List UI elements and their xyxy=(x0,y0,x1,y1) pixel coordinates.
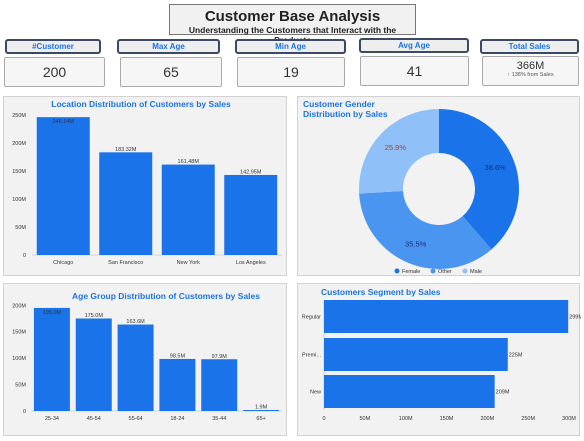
chart-title: Age Group Distribution of Customers by S… xyxy=(72,291,260,301)
bar-value-label: 97.9M xyxy=(212,354,228,360)
legend-dot xyxy=(430,268,436,274)
x-tick-label: 200M xyxy=(480,416,494,422)
kpi-min-age-card: 19 xyxy=(237,57,345,87)
up-arrow-icon: ↑ xyxy=(507,72,511,78)
x-tick-label: Chicago xyxy=(53,260,73,266)
age-bar-chart: Age Group Distribution of Customers by S… xyxy=(12,291,282,422)
kpi-max-age-card: 65 xyxy=(120,57,222,87)
bar[interactable] xyxy=(36,117,90,256)
slice-label: 35.5% xyxy=(405,239,427,248)
header-box: Customer Base Analysis Understanding the… xyxy=(169,4,416,45)
y-tick-label: 100M xyxy=(12,356,26,362)
y-tick-label: Regular xyxy=(302,315,321,321)
kpi-customer-label: #Customer xyxy=(5,39,101,54)
bar[interactable] xyxy=(117,324,154,411)
x-tick-label: 45-54 xyxy=(87,416,101,422)
y-tick-label: 200M xyxy=(12,303,26,309)
legend-label: Other xyxy=(438,269,452,275)
x-tick-label: 65+ xyxy=(256,416,265,422)
bar[interactable] xyxy=(224,174,278,255)
bar[interactable] xyxy=(324,375,495,408)
bar-value-label: 175.0M xyxy=(85,313,104,319)
kpi-max-age-value: 65 xyxy=(163,64,179,80)
kpi-min-age-value: 19 xyxy=(283,64,299,80)
kpi-total-sales-value: 366M xyxy=(516,60,545,72)
y-tick-label: 0 xyxy=(23,409,26,415)
bar[interactable] xyxy=(75,318,112,412)
bar[interactable] xyxy=(161,164,215,255)
bar[interactable] xyxy=(324,300,569,333)
x-tick-label: San Francisco xyxy=(108,260,143,266)
gender-donut-chart: Customer GenderDistribution by Sales 38.6… xyxy=(303,99,519,275)
x-tick-label: 150M xyxy=(440,416,454,422)
location-bar-chart: Location Distribution of Customers by Sa… xyxy=(12,99,282,266)
kpi-customer-value: 200 xyxy=(42,64,67,80)
age-chart-panel: Age Group Distribution of Customers by S… xyxy=(3,283,287,436)
segment-chart-panel: Customers Segment by Sales 0 50M 100M 150M 20… xyxy=(297,283,581,436)
gender-chart-panel: Customer Gender Distribution by Sales 38.6… xyxy=(297,96,580,276)
x-tick-label: 35-44 xyxy=(212,416,226,422)
bar-value-label: 98.5M xyxy=(170,353,186,359)
bar-value-label: 163.6M xyxy=(126,319,145,325)
kpi-max-age-label: Max Age xyxy=(117,39,220,54)
kpi-total-sales-card: 366M ↑ 138% from Sales xyxy=(482,56,579,86)
chart-title: Distribution by Sales xyxy=(303,109,388,119)
kpi-min-age-label: Min Age xyxy=(235,39,346,54)
legend-label: Female xyxy=(402,269,420,275)
x-tick-label: 55-64 xyxy=(129,416,143,422)
page-title: Customer Base Analysis xyxy=(204,8,381,25)
chart-title: Customers Segment by Sales xyxy=(321,287,441,297)
kpi-avg-age-value: 41 xyxy=(406,63,423,79)
bar-value-label: 225M xyxy=(509,353,523,359)
legend-dot xyxy=(394,268,400,274)
kpi-avg-age-label: Avg Age xyxy=(359,38,469,53)
bar-value-label: 246.14M xyxy=(53,119,75,125)
bar-value-label: 161.48M xyxy=(178,159,200,165)
x-tick-label: 300M xyxy=(562,416,576,422)
y-tick-label: Premi... xyxy=(302,353,321,359)
bar-value-label: 209M xyxy=(496,390,510,396)
x-tick-label: 25-34 xyxy=(45,416,59,422)
x-tick-label: 250M xyxy=(521,416,535,422)
kpi-customer-card: 200 xyxy=(4,57,105,87)
y-tick-label: 200M xyxy=(12,141,26,147)
y-tick-label: 100M xyxy=(12,197,26,203)
bar-value-label: 142.95M xyxy=(240,169,262,175)
x-tick-label: New York xyxy=(177,260,200,266)
y-tick-label: 0 xyxy=(23,253,26,259)
bar-value-label: 195.0M xyxy=(43,310,62,316)
bar[interactable] xyxy=(159,358,196,411)
y-tick-label: 250M xyxy=(12,113,26,119)
slice-label: 25.9% xyxy=(385,143,407,152)
bar[interactable] xyxy=(324,338,508,371)
chart-title: Customer Gender xyxy=(303,99,375,109)
bar-value-label: 1.9M xyxy=(255,404,268,410)
bar-value-label: 299M xyxy=(569,315,581,321)
slice-label: 38.6% xyxy=(485,163,507,172)
bar[interactable] xyxy=(201,359,238,411)
bar[interactable] xyxy=(99,152,153,255)
x-tick-label: 0 xyxy=(322,416,325,422)
y-tick-label: 50M xyxy=(15,383,26,389)
donut-slice-other[interactable] xyxy=(359,191,492,269)
y-tick-label: 50M xyxy=(15,225,26,231)
y-tick-label: 150M xyxy=(12,330,26,336)
bar[interactable] xyxy=(33,307,70,411)
x-tick-label: 50M xyxy=(359,416,370,422)
kpi-total-sales-label: Total Sales xyxy=(480,39,579,54)
kpi-avg-age-card: 41 xyxy=(360,56,469,86)
segment-hbar-chart: Customers Segment by Sales 0 50M 100M 150M 20… xyxy=(302,287,581,422)
x-tick-label: 18-24 xyxy=(170,416,184,422)
x-tick-label: 100M xyxy=(399,416,413,422)
legend-label: Male xyxy=(470,269,482,275)
y-tick-label: 150M xyxy=(12,169,26,175)
chart-title: Location Distribution of Customers by Sa… xyxy=(51,99,231,109)
location-chart-panel: Location Distribution of Customers by Sa… xyxy=(3,96,287,276)
y-tick-label: New xyxy=(310,390,321,396)
x-tick-label: Los Angeles xyxy=(236,260,266,266)
bar-value-label: 183.32M xyxy=(115,147,137,153)
legend-dot xyxy=(462,268,468,274)
kpi-total-sales-delta: ↑ 138% from Sales xyxy=(507,72,554,78)
